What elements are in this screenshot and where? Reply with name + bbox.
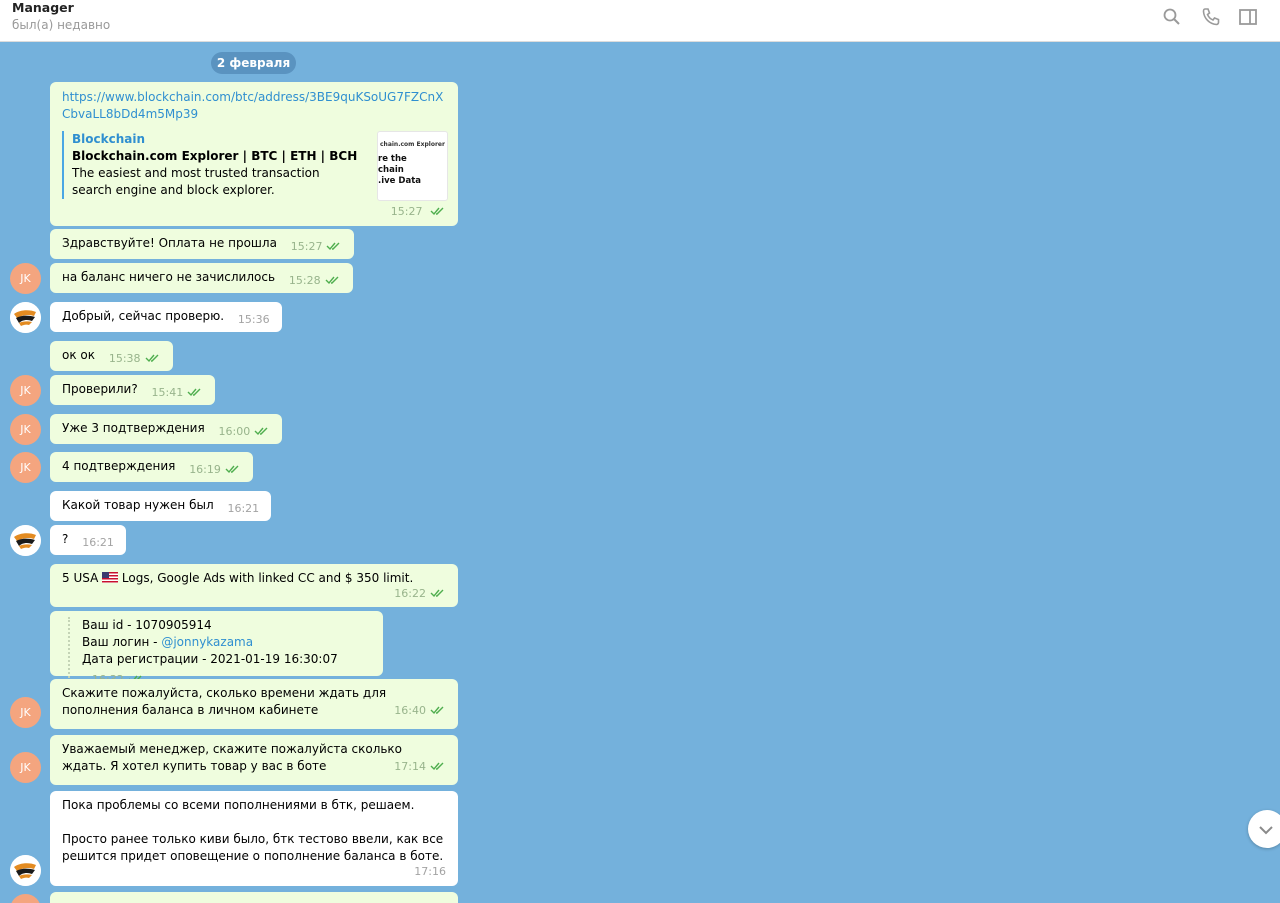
message-time: 16:21 xyxy=(227,502,260,515)
message-meta: 15:28 xyxy=(289,272,341,290)
message-time: 16:19 xyxy=(189,463,221,476)
message-text: ок ок xyxy=(62,348,95,362)
avatar[interactable]: JK xyxy=(10,452,41,483)
usa-flag-icon xyxy=(102,572,119,583)
login-label: Ваш логин - xyxy=(82,635,162,649)
message-meta: 16:21 xyxy=(227,500,259,517)
preview-description: The easiest and most trusted transaction… xyxy=(72,166,320,197)
message-outgoing[interactable] xyxy=(50,892,458,903)
message-time: 16:00 xyxy=(218,425,251,438)
avatar[interactable] xyxy=(10,894,41,903)
message-text: Проверили? xyxy=(62,382,138,396)
message-incoming[interactable]: Какой товар нужен был 16:21 xyxy=(50,491,272,521)
message-text: Уже 3 подтверждения xyxy=(62,421,205,435)
message-link-preview[interactable]: https://www.blockchain.com/btc/address/3… xyxy=(50,82,458,226)
message-text: 5 USA Logs, Google Ads with linked CC an… xyxy=(62,570,446,587)
read-check-icon xyxy=(187,385,203,402)
link-preview[interactable]: Blockchain Blockchain.com Explorer | BTC… xyxy=(62,131,448,201)
scroll-down-button[interactable] xyxy=(1248,810,1280,848)
message-outgoing[interactable]: Уважаемый менеджер, скажите пожалуйста с… xyxy=(50,735,458,785)
message-time: 15:27 xyxy=(390,205,423,218)
message-outgoing[interactable]: 4 подтверждения 16:19 xyxy=(50,452,253,482)
message-meta: 16:19 xyxy=(189,461,241,479)
message-time: 15:38 xyxy=(108,352,141,365)
message-outgoing[interactable]: ок ок 15:38 xyxy=(50,341,173,371)
chat-title[interactable]: Manager xyxy=(12,0,74,15)
chevron-down-icon xyxy=(1259,826,1273,835)
message-time: 15:28 xyxy=(288,274,321,287)
message-meta: 15:27 xyxy=(291,238,343,256)
read-check-icon xyxy=(430,586,446,603)
message-time: 16:21 xyxy=(82,536,114,549)
message-meta: 15:27 xyxy=(62,203,446,221)
message-text: Какой товар нужен был xyxy=(62,498,214,512)
message-time: 17:14 xyxy=(394,760,426,773)
sidebar-icon[interactable] xyxy=(1238,7,1258,27)
message-meta: 16:22 xyxy=(62,585,446,603)
phone-icon[interactable] xyxy=(1201,7,1221,27)
message-text-part: Logs, Google Ads with linked CC and $ 35… xyxy=(118,571,414,585)
tiger-avatar-icon[interactable] xyxy=(10,525,41,556)
user-id-line: Ваш id - 1070905914 xyxy=(82,618,212,632)
message-text: Здравствуйте! Оплата не прошла xyxy=(62,236,277,250)
message-text: Пока проблемы со всеми пополнениями в бт… xyxy=(62,798,444,863)
message-time: 16:22 xyxy=(394,587,426,600)
message-text-part: 5 USA xyxy=(62,571,99,585)
avatar[interactable]: JK xyxy=(10,375,41,406)
message-meta: 16:00 xyxy=(219,423,271,441)
message-outgoing[interactable]: Скажите пожалуйста, сколько времени ждат… xyxy=(50,679,458,729)
message-text: 4 подтверждения xyxy=(62,459,176,473)
message-outgoing[interactable]: Проверили? 15:41 xyxy=(50,375,216,405)
message-meta: 17:16 xyxy=(62,863,446,880)
tiger-avatar-icon[interactable] xyxy=(10,855,41,886)
message-outgoing[interactable]: Здравствуйте! Оплата не прошла 15:27 xyxy=(50,229,355,259)
chat-header: Manager был(а) недавно xyxy=(0,0,1280,42)
user-mention-link[interactable]: @jonnykazama xyxy=(161,635,253,649)
message-time: 15:36 xyxy=(237,313,270,326)
message-outgoing[interactable]: на баланс ничего не зачислилось 15:28 xyxy=(50,263,353,293)
message-meta: 16:21 xyxy=(82,534,114,551)
message-time: 15:27 xyxy=(290,240,323,253)
read-check-icon xyxy=(254,424,270,441)
message-incoming[interactable]: Добрый, сейчас проверю. 15:36 xyxy=(50,302,282,332)
avatar[interactable]: JK xyxy=(10,263,41,294)
registration-text: Дата регистрации - 2021-01-19 16:30:07 xyxy=(82,652,338,666)
message-meta: 15:36 xyxy=(238,311,270,328)
message-time: 16:40 xyxy=(394,704,426,717)
message-text: ? xyxy=(62,532,69,546)
chat-status: был(а) недавно xyxy=(12,18,111,32)
read-check-icon xyxy=(325,273,341,290)
message-time: 15:41 xyxy=(151,386,184,399)
tiger-avatar-icon[interactable] xyxy=(10,302,41,333)
avatar[interactable]: JK xyxy=(10,414,41,445)
message-link[interactable]: https://www.blockchain.com/btc/address/3… xyxy=(62,89,446,123)
message-outgoing[interactable]: 5 USA Logs, Google Ads with linked CC an… xyxy=(50,564,458,607)
avatar[interactable]: JK xyxy=(10,752,41,783)
avatar[interactable]: JK xyxy=(10,697,41,728)
message-incoming[interactable]: ? 16:21 xyxy=(50,525,126,555)
thumbnail-header: chain.com Explorer xyxy=(380,141,445,148)
read-check-icon xyxy=(430,204,446,221)
read-check-icon xyxy=(326,239,342,256)
message-incoming[interactable]: Пока проблемы со всеми пополнениями в бт… xyxy=(50,791,458,886)
message-meta: 15:38 xyxy=(109,350,161,368)
read-check-icon xyxy=(430,759,446,776)
message-time: 17:16 xyxy=(414,865,446,878)
preview-thumbnail: chain.com Explorer re the chain .ive Dat… xyxy=(377,131,448,201)
message-text: на баланс ничего не зачислилось xyxy=(62,270,276,284)
read-check-icon xyxy=(430,703,446,720)
login-line: Ваш логин - @jonnykazama xyxy=(82,634,371,651)
date-separator: 2 февраля xyxy=(211,52,296,74)
message-outgoing[interactable]: Уже 3 подтверждения 16:00 xyxy=(50,414,283,444)
read-check-icon xyxy=(145,351,161,368)
message-text: Добрый, сейчас проверю. xyxy=(62,309,225,323)
read-check-icon xyxy=(225,462,241,479)
message-outgoing[interactable]: Ваш id - 1070905914 Ваш логин - @jonnyka… xyxy=(50,611,383,689)
message-meta: 15:41 xyxy=(152,384,204,402)
search-icon[interactable] xyxy=(1162,7,1182,27)
message-list[interactable]: 2 февраля https://www.blockchain.com/btc… xyxy=(0,42,1280,903)
thumbnail-text: re the chain .ive Data xyxy=(378,154,421,186)
